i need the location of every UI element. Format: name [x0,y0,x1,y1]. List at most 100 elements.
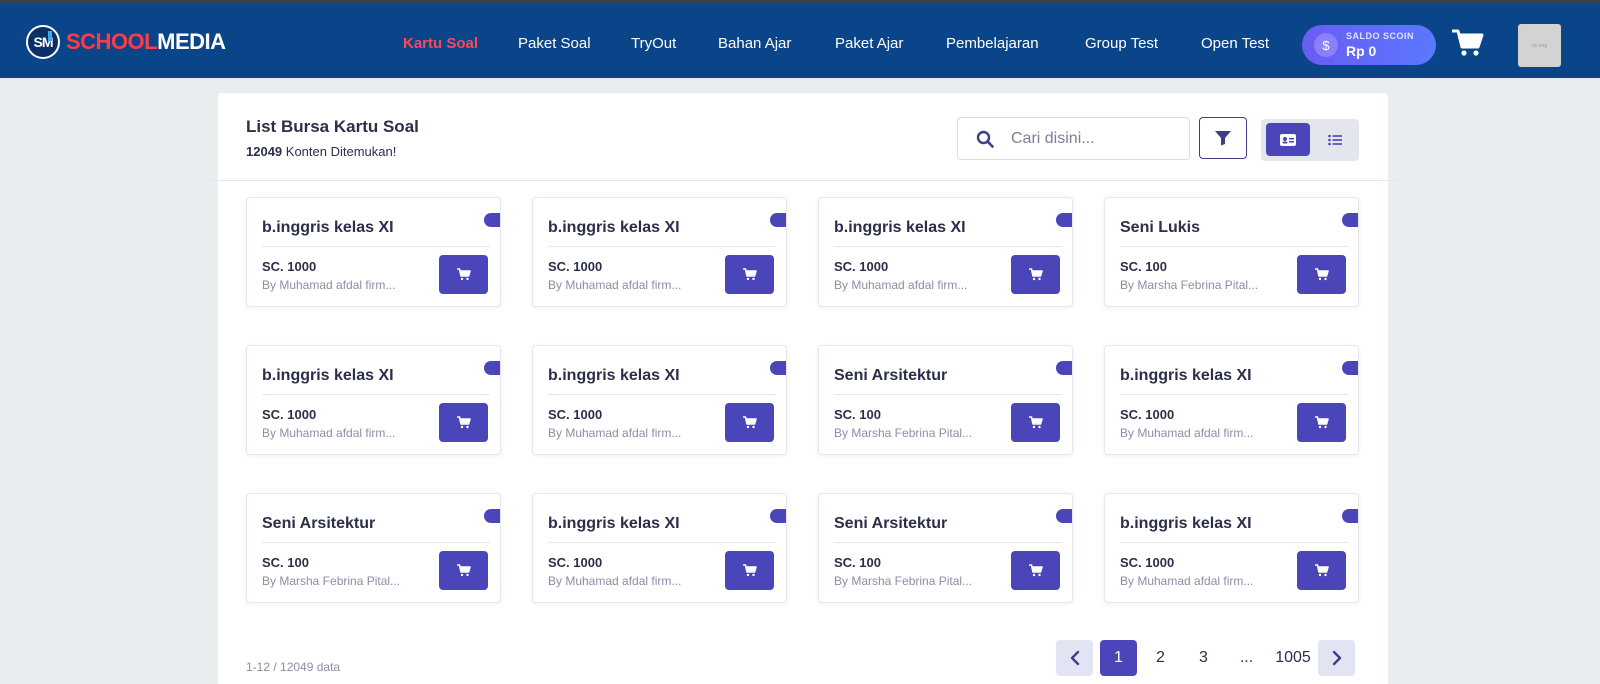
nav-paket-soal[interactable]: Paket Soal [518,35,591,52]
kartu-soal-card[interactable]: b.inggris kelas XI SC. 1000 By Muhamad afd… [246,197,501,307]
kartu-soal-card[interactable]: Seni Lukis SC. 100 By Marsha Febrina Pital… [1104,197,1359,307]
add-to-cart-button[interactable] [1297,255,1346,294]
user-avatar[interactable]: no img [1518,24,1561,67]
data-range: 1-12 / 12049 data [246,660,341,674]
grid-view-button[interactable] [1266,123,1310,156]
nav-pembelajaran[interactable]: Pembelajaran [946,35,1039,52]
page-2-button[interactable]: 2 [1142,640,1179,676]
nav-group-test[interactable]: Group Test [1085,35,1158,52]
add-to-cart-button[interactable] [1011,403,1060,442]
search-box [957,117,1190,160]
page-title: List Bursa Kartu Soal [246,117,419,136]
card-author: By Muhamad afdal firm... [1120,426,1254,440]
kartu-soal-card[interactable]: b.inggris kelas XI SC. 1000 By Muhamad afd… [1104,493,1359,603]
logo-mark-icon: SM [26,25,60,59]
card-price: SC. 1000 [262,407,317,422]
card-divider [1120,542,1348,543]
cart-icon [1314,416,1329,429]
card-divider [1120,246,1348,247]
page-1-button[interactable]: 1 [1100,640,1137,676]
list-icon [1328,134,1342,145]
next-page-button[interactable] [1318,640,1355,676]
cart-icon [456,268,471,281]
kartu-soal-card[interactable]: Seni Arsitektur SC. 100 By Marsha Febrina … [246,493,501,603]
cart-icon [1028,268,1043,281]
card-tag [770,509,786,523]
chevron-right-icon [1332,650,1341,666]
card-author: By Marsha Febrina Pital... [834,426,973,440]
kartu-soal-card[interactable]: b.inggris kelas XI SC. 1000 By Muhamad afd… [532,197,787,307]
add-to-cart-button[interactable] [1011,551,1060,590]
cart-icon [1314,564,1329,577]
filter-button[interactable] [1199,117,1247,159]
card-author: By Muhamad afdal firm... [1120,574,1254,588]
card-author: By Muhamad afdal firm... [262,278,396,292]
add-to-cart-button[interactable] [439,255,488,294]
card-divider [548,542,776,543]
page-3-button[interactable]: 3 [1185,640,1222,676]
card-price: SC. 1000 [834,259,889,274]
add-to-cart-button[interactable] [725,403,774,442]
card-price: SC. 1000 [548,259,603,274]
card-tag [1056,509,1072,523]
add-to-cart-button[interactable] [1011,255,1060,294]
kartu-soal-card[interactable]: b.inggris kelas XI SC. 1000 By Muhamad afd… [818,197,1073,307]
card-title: b.inggris kelas XI [834,219,966,236]
card-price: SC. 1000 [1120,555,1175,570]
card-tag [1342,361,1358,375]
id-card-icon [1280,133,1296,146]
add-to-cart-button[interactable] [1297,551,1346,590]
card-tag [770,213,786,227]
card-tag [1342,213,1358,227]
result-count: 12049 Konten Ditemukan! [246,144,397,159]
kartu-soal-card[interactable]: Seni Arsitektur SC. 100 By Marsha Febrina … [818,345,1073,455]
cart-icon [742,268,757,281]
page-last-button[interactable]: 1005 [1271,640,1315,676]
kartu-soal-card[interactable]: b.inggris kelas XI SC. 1000 By Muhamad afd… [532,493,787,603]
card-author: By Muhamad afdal firm... [548,574,682,588]
card-author: By Muhamad afdal firm... [262,426,396,440]
nav-bahan-ajar[interactable]: Bahan Ajar [718,35,791,52]
kartu-soal-card[interactable]: b.inggris kelas XI SC. 1000 By Muhamad afd… [1104,345,1359,455]
brand-logo[interactable]: SM SCHOOLMEDIA [26,25,226,59]
view-toggle [1261,119,1359,161]
kartu-soal-card[interactable]: b.inggris kelas XI SC. 1000 By Muhamad afd… [246,345,501,455]
kartu-soal-card[interactable]: Seni Arsitektur SC. 100 By Marsha Febrina … [818,493,1073,603]
nav-kartu-soal[interactable]: Kartu Soal [403,35,478,52]
card-divider [548,394,776,395]
card-tag [484,509,500,523]
prev-page-button[interactable] [1056,640,1093,676]
nav-open-test[interactable]: Open Test [1201,35,1269,52]
card-divider [262,246,490,247]
nav-tryout[interactable]: TryOut [631,35,676,52]
add-to-cart-button[interactable] [439,403,488,442]
brand-name: SCHOOLMEDIA [66,29,226,54]
add-to-cart-button[interactable] [725,255,774,294]
kartu-soal-card[interactable]: b.inggris kelas XI SC. 1000 By Muhamad afd… [532,345,787,455]
search-input[interactable] [1011,129,1171,148]
card-author: By Muhamad afdal firm... [548,426,682,440]
nav-paket-ajar[interactable]: Paket Ajar [835,35,903,52]
add-to-cart-button[interactable] [439,551,488,590]
card-price: SC. 100 [834,407,881,422]
card-author: By Muhamad afdal firm... [834,278,968,292]
card-price: SC. 100 [834,555,881,570]
card-title: b.inggris kelas XI [548,367,680,384]
card-price: SC. 1000 [1120,407,1175,422]
filter-icon [1215,131,1231,146]
card-title: Seni Arsitektur [834,367,948,384]
cart-icon[interactable] [1451,28,1484,58]
card-author: By Marsha Febrina Pital... [834,574,973,588]
card-divider [262,542,490,543]
saldo-scoin-button[interactable]: $ SALDO SCOIN Rp 0 [1302,25,1436,65]
list-view-button[interactable] [1313,123,1357,156]
card-title: Seni Lukis [1120,219,1201,236]
add-to-cart-button[interactable] [1297,403,1346,442]
add-to-cart-button[interactable] [725,551,774,590]
card-price: SC. 1000 [262,259,317,274]
card-author: By Marsha Febrina Pital... [1120,278,1259,292]
card-tag [1056,361,1072,375]
card-tag [770,361,786,375]
page-ellipsis: ... [1239,649,1254,666]
card-price: SC. 1000 [548,407,603,422]
